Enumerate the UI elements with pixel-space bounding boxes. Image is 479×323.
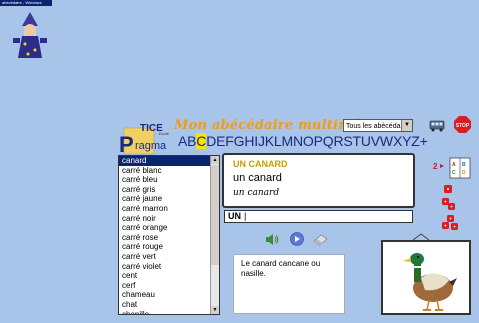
note-card: Le canard cancane ou nasille. (233, 254, 345, 314)
list-item[interactable]: carré gris (119, 185, 219, 195)
list-item[interactable]: chenille (119, 310, 219, 315)
letter-f[interactable]: F (225, 133, 234, 149)
letter-y[interactable]: Y (402, 133, 411, 149)
letter-u[interactable]: U (361, 133, 371, 149)
svg-text:STOP: STOP (456, 123, 470, 129)
letter-q[interactable]: Q (323, 133, 334, 149)
letter-n[interactable]: N (293, 133, 303, 149)
letter-a[interactable]: A (178, 133, 187, 149)
scroll-up-icon[interactable]: ▲ (211, 156, 219, 164)
dice-icon[interactable] (441, 214, 459, 232)
letter-x[interactable]: X (393, 133, 402, 149)
answer-input[interactable]: UN | (224, 210, 413, 223)
logo-ecole: Ecole (159, 131, 170, 136)
letter-g[interactable]: G (234, 133, 245, 149)
logo-ragma: ragma (135, 140, 167, 152)
list-item[interactable]: carré noir (119, 214, 219, 224)
letter-p[interactable]: P (314, 133, 323, 149)
list-item[interactable]: carré vert (119, 252, 219, 262)
list-item[interactable]: carré marron (119, 204, 219, 214)
app-window: abécédaire - Windows P TICE Ecole ragma … (0, 0, 479, 323)
list-item[interactable]: cent (119, 271, 219, 281)
list-item[interactable]: cerf (119, 281, 219, 291)
svg-text:C: C (452, 170, 456, 176)
scroll-thumb[interactable] (211, 165, 219, 265)
eraser-icon[interactable] (312, 233, 329, 246)
word-cursive: un canard (233, 188, 280, 198)
letter-z[interactable]: Z (411, 133, 420, 149)
svg-text:P: P (119, 132, 134, 156)
list-item[interactable]: carré rouge (119, 242, 219, 252)
chevron-down-icon[interactable]: ▼ (401, 120, 412, 131)
letter-l[interactable]: L (274, 133, 282, 149)
note-text: Le canard cancane ou nasille. (241, 259, 321, 278)
svg-text:D: D (462, 170, 466, 176)
list-item[interactable]: carré jaune (119, 194, 219, 204)
list-item[interactable]: chat (119, 300, 219, 310)
letter-w[interactable]: W (380, 133, 393, 149)
word-image-frame (381, 240, 471, 315)
letter-b[interactable]: B (187, 133, 196, 149)
letter-s[interactable]: S (343, 133, 352, 149)
word-uppercase: UN CANARD (233, 159, 288, 169)
word-lowercase: un canard (233, 172, 282, 184)
answer-input-value: UN (228, 211, 241, 221)
letter-v[interactable]: V (371, 133, 380, 149)
list-item[interactable]: carré violet (119, 262, 219, 272)
svg-text:B: B (462, 162, 466, 168)
stop-icon[interactable]: STOP (454, 116, 471, 133)
play-icon[interactable] (290, 232, 304, 246)
speaker-icon[interactable] (265, 233, 279, 246)
list-item[interactable]: carré bleu (119, 175, 219, 185)
letter-c[interactable]: C (196, 133, 206, 149)
letter-m[interactable]: M (282, 133, 294, 149)
dice-icon[interactable] (441, 197, 457, 211)
list-item[interactable]: chameau (119, 290, 219, 300)
letter-r[interactable]: R (333, 133, 343, 149)
alphabet-book-icon[interactable]: 2 A B C D (433, 156, 473, 180)
scroll-down-icon[interactable]: ▼ (211, 306, 219, 314)
dice-icon[interactable] (443, 184, 453, 194)
alphabet-bar: ABCDEFGHIJKLMNOPQRSTUVWXYZ+ (178, 133, 428, 149)
letter-k[interactable]: K (265, 133, 274, 149)
word-list-scrollbar[interactable]: ▲ ▼ (210, 156, 219, 314)
letter-h[interactable]: H (244, 133, 254, 149)
letter-j[interactable]: J (258, 133, 265, 149)
letter-o[interactable]: O (303, 133, 314, 149)
list-item[interactable]: carré blanc (119, 166, 219, 176)
dictionary-select[interactable]: Tous les abécédaires ▼ (343, 119, 413, 132)
word-list[interactable]: canard carré blanc carré bleu carré gris car… (118, 155, 220, 315)
bus-icon[interactable] (429, 119, 446, 132)
pragma-logo: P TICE Ecole ragma (119, 123, 170, 156)
letter-plus[interactable]: + (420, 133, 428, 149)
list-item[interactable]: carré orange (119, 223, 219, 233)
list-item[interactable]: canard (119, 156, 219, 166)
letter-d[interactable]: D (206, 133, 216, 149)
letter-t[interactable]: T (353, 133, 362, 149)
letter-e[interactable]: E (216, 133, 225, 149)
wizard-icon[interactable] (10, 12, 50, 60)
svg-text:2: 2 (433, 162, 438, 171)
duck-image (403, 253, 457, 311)
list-item[interactable]: carré rose (119, 233, 219, 243)
word-card: UN CANARD un canard un canard (222, 153, 415, 208)
svg-text:A: A (452, 162, 456, 168)
window-title: abécédaire - Windows (0, 0, 52, 6)
